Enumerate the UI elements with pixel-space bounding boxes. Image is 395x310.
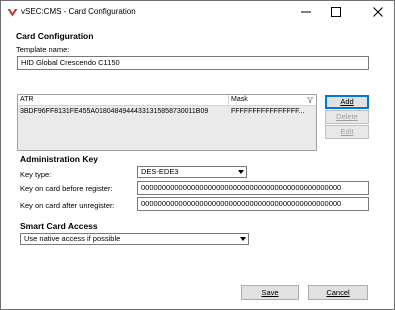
atr-cell: 3BDF96FF8131FE455A0180484944433131585873… (20, 108, 209, 115)
mask-cell: FFFFFFFFFFFFFFFF... (231, 108, 305, 115)
vsec-app-icon (7, 9, 18, 17)
key-after-unregister-label: Key on card after unregister: (20, 201, 115, 210)
card-configuration-window: vSEC:CMS - Card Configuration Card Confi… (0, 0, 395, 310)
add-button[interactable]: Add (325, 95, 369, 109)
grid-header: ATR Mask (18, 95, 316, 106)
card-configuration-heading: Card Configuration (16, 31, 94, 41)
maximize-button[interactable] (321, 1, 351, 23)
template-name-label: Template name: (16, 45, 70, 54)
filter-icon[interactable] (307, 97, 313, 103)
close-button[interactable] (363, 1, 393, 23)
mask-column-header[interactable]: Mask (229, 95, 316, 105)
chevron-down-icon (237, 234, 248, 244)
key-type-value: DES-EDE3 (141, 167, 179, 176)
add-button-label: Add (340, 97, 354, 106)
save-button[interactable]: Save (241, 285, 299, 300)
close-icon (373, 7, 383, 17)
smart-card-access-value: Use native access if possible (24, 234, 121, 243)
atr-column-header[interactable]: ATR (18, 95, 229, 105)
key-before-register-field[interactable]: 0000000000000000000000000000000000000000… (137, 181, 369, 195)
template-name-field[interactable]: HID Global Crescendo C1150 (17, 56, 369, 70)
administration-key-heading: Administration Key (20, 154, 98, 164)
delete-button[interactable]: Delete (325, 110, 369, 124)
cancel-button-label: Cancel (326, 288, 350, 297)
minimize-icon (301, 11, 311, 13)
edit-button[interactable]: Edit (325, 125, 369, 139)
cancel-button[interactable]: Cancel (308, 285, 368, 300)
table-row[interactable]: 3BDF96FF8131FE455A0180484944433131585873… (18, 106, 316, 117)
key-before-register-label: Key on card before register: (20, 184, 113, 193)
key-type-dropdown[interactable]: DES-EDE3 (137, 166, 247, 178)
minimize-button[interactable] (291, 1, 321, 23)
mask-column-label: Mask (231, 96, 248, 103)
key-type-label: Key type: (20, 170, 52, 179)
smart-card-access-heading: Smart Card Access (20, 221, 98, 231)
smart-card-access-dropdown[interactable]: Use native access if possible (20, 233, 249, 245)
edit-button-label: Edit (340, 127, 354, 136)
title-bar: vSEC:CMS - Card Configuration (1, 1, 394, 23)
delete-button-label: Delete (336, 112, 358, 121)
chevron-down-icon (235, 167, 246, 177)
maximize-icon (331, 7, 341, 17)
save-button-label: Save (261, 288, 279, 297)
window-title: vSEC:CMS - Card Configuration (21, 7, 136, 16)
key-after-unregister-field[interactable]: 0000000000000000000000000000000000000000… (137, 197, 369, 211)
atr-grid: ATR Mask 3BDF96FF8131FE455A0180484944433… (17, 94, 317, 151)
